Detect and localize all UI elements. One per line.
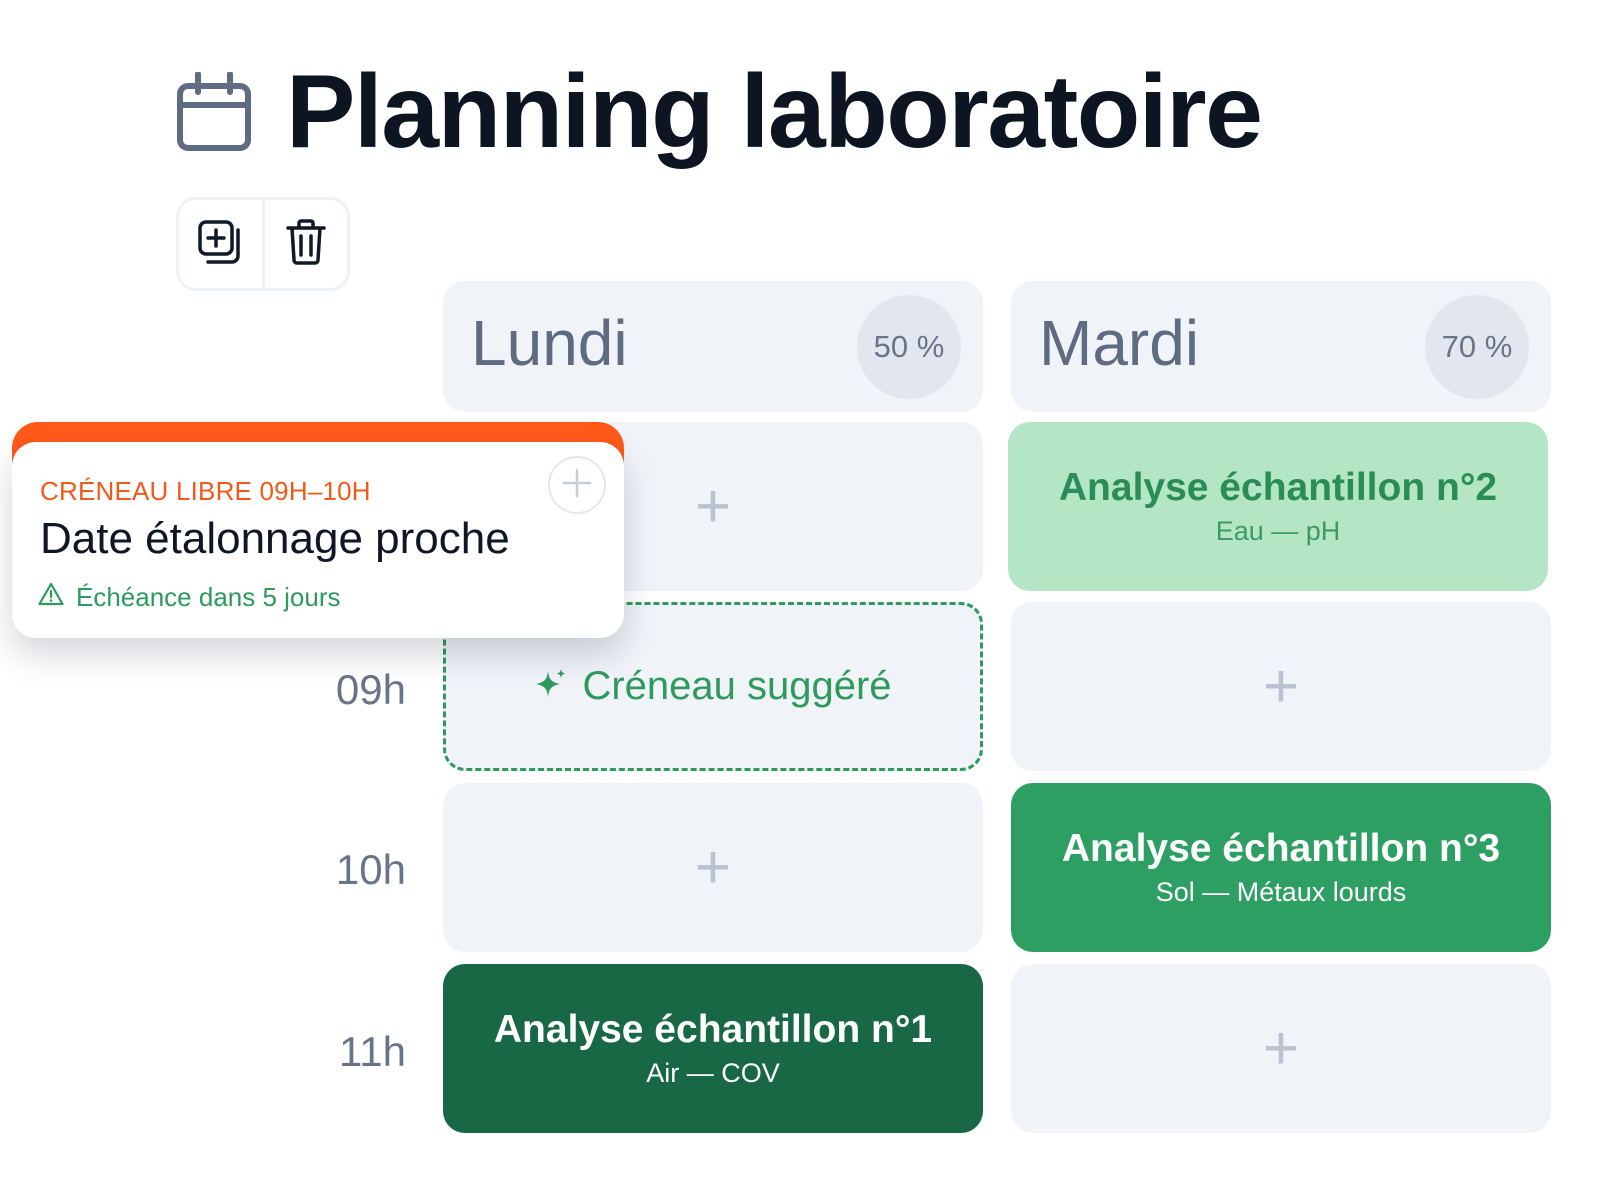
empty-slot[interactable]: + — [1011, 964, 1551, 1133]
time-label: 11h — [339, 1028, 406, 1075]
time-label: 09h — [335, 666, 406, 713]
calibration-popup: CRÉNEAU LIBRE 09H–10H Date étalonnage pr… — [12, 442, 624, 638]
empty-slot[interactable]: + — [443, 783, 983, 952]
duplicate-button[interactable] — [179, 200, 262, 288]
task-card[interactable]: Analyse échantillon n°2 Eau — pH — [1008, 422, 1548, 591]
trash-icon — [285, 218, 327, 271]
time-label: 10h — [335, 846, 406, 893]
popup-warning: Échéance dans 5 jours — [38, 582, 341, 613]
popup-kicker: CRÉNEAU LIBRE 09H–10H — [40, 476, 371, 506]
day-name: Mardi — [1039, 307, 1200, 379]
plus-icon: + — [694, 832, 732, 902]
toolbar — [176, 197, 350, 291]
occupancy-badge: 50 % — [857, 295, 961, 399]
sparkle-icon — [534, 667, 568, 706]
popup-title: Date étalonnage proche — [40, 514, 510, 563]
suggested-slot-label: Créneau suggéré — [582, 664, 892, 708]
plus-icon: + — [1262, 651, 1300, 721]
task-title: Analyse échantillon n°1 — [493, 1007, 933, 1051]
plus-icon — [561, 467, 593, 504]
calendar-icon — [176, 71, 252, 152]
task-title: Analyse échantillon n°3 — [1061, 826, 1501, 870]
page-title: Planning laboratoire — [286, 54, 1263, 170]
day-header-mardi: Mardi 70 % — [1011, 281, 1551, 412]
popup-warning-text: Échéance dans 5 jours — [76, 582, 341, 612]
delete-button[interactable] — [261, 200, 348, 288]
occupancy-badge: 70 % — [1425, 295, 1529, 399]
plus-icon: + — [694, 471, 732, 541]
task-card[interactable]: Analyse échantillon n°3 Sol — Métaux lou… — [1011, 783, 1551, 952]
task-subtitle: Sol — Métaux lourds — [1155, 877, 1407, 908]
popup-add-button[interactable] — [548, 456, 606, 514]
task-subtitle: Air — COV — [646, 1058, 780, 1089]
warning-icon — [38, 582, 64, 613]
task-subtitle: Eau — pH — [1215, 516, 1341, 547]
day-name: Lundi — [471, 307, 628, 379]
empty-slot[interactable]: + — [1011, 602, 1551, 771]
add-copy-icon — [196, 218, 244, 271]
plus-icon: + — [1262, 1013, 1300, 1083]
day-header-lundi: Lundi 50 % — [443, 281, 983, 412]
task-title: Analyse échantillon n°2 — [1058, 465, 1498, 509]
task-card[interactable]: Analyse échantillon n°1 Air — COV — [443, 964, 983, 1133]
